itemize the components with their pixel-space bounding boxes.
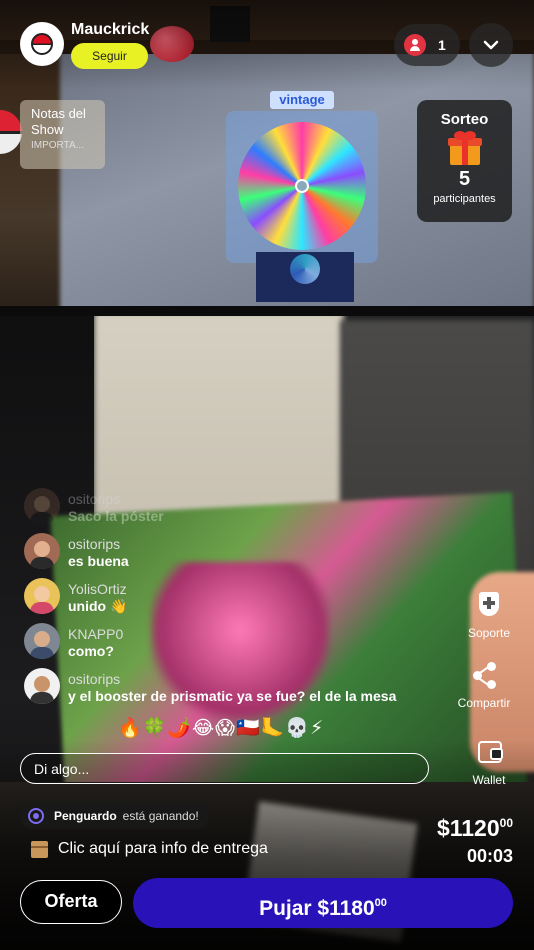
chat-avatar[interactable] (24, 623, 60, 659)
share-label: Compartir (457, 696, 511, 710)
pokeball-decor (0, 110, 22, 154)
auction-timer: 00:03 (466, 846, 513, 866)
package-icon (31, 840, 48, 858)
bid-button[interactable]: Pujar $118000 (133, 878, 513, 928)
chat-message: ositorips Saco la póster (24, 488, 444, 533)
winning-status-text: está ganando! (122, 809, 199, 823)
delivery-info-label: Clic aquí para info de entrega (58, 840, 268, 857)
raffle-participant-count: 5 (458, 168, 471, 190)
winning-bidder-badge: Penguardo está ganando! (20, 803, 209, 829)
prize-wheel-hub (295, 179, 309, 193)
chat-avatar[interactable] (24, 668, 60, 704)
gift-icon (447, 131, 482, 165)
support-label: Soporte (467, 626, 511, 640)
show-notes-title: Notas del Show (31, 106, 86, 137)
chat-text: unido 👋 (68, 598, 128, 614)
viewer-count-button[interactable]: 1 (394, 24, 460, 66)
collapse-button[interactable] (469, 23, 513, 67)
share-button[interactable]: Compartir (444, 660, 524, 710)
streamer-avatar[interactable] (20, 22, 64, 66)
chat-message: ositorips es buena (24, 533, 444, 578)
wallet-button[interactable]: Wallet (449, 737, 529, 787)
chat-message: ositorips y el booster de prismatic ya s… (24, 668, 444, 713)
wheel-label: vintage (270, 91, 334, 109)
chat-text: como? (68, 643, 114, 659)
bidder-icon (28, 808, 44, 824)
chat-text: Saco la póster (68, 508, 164, 524)
bid-label: Pujar $1180 (259, 897, 375, 920)
user-icon (404, 34, 426, 56)
support-button[interactable]: Soporte (449, 590, 529, 640)
chat-message: KNAPP0 como? (24, 623, 444, 668)
delivery-info-link[interactable]: Clic aquí para info de entrega (31, 840, 268, 858)
chevron-down-icon (483, 40, 499, 50)
emoji-reaction-bar[interactable]: 🔥🍀🌶️😂😱🇨🇱🦶💀⚡ (118, 716, 324, 740)
current-price: $112000 (437, 815, 513, 842)
follow-button[interactable]: Seguir (71, 43, 148, 69)
viewer-count: 1 (438, 37, 446, 53)
bid-cents: 00 (374, 897, 387, 909)
raffle-title: Sorteo (440, 111, 489, 128)
chat-username: ositorips (68, 536, 121, 552)
price-main: $1120 (436, 815, 500, 841)
chat-avatar[interactable] (24, 578, 60, 614)
pokeball-logo-icon (31, 33, 53, 55)
small-prize-wheel (290, 254, 320, 284)
raffle-participants-label: participantes (433, 193, 496, 205)
chat-message: YolisOrtiz unido 👋 (24, 578, 444, 623)
chat-username: ositorips (68, 671, 121, 687)
shield-plus-icon (474, 590, 504, 620)
chat-input[interactable] (20, 753, 429, 784)
chat-username: ositorips (68, 491, 121, 507)
chat-feed: ositorips Saco la póster ositorips es bu… (24, 488, 444, 713)
chat-avatar[interactable] (24, 488, 60, 524)
wallet-label: Wallet (472, 773, 506, 787)
feed-divider (0, 306, 534, 316)
price-cents: 00 (499, 816, 513, 830)
chat-text: y el booster de prismatic ya se fue? el … (68, 688, 397, 704)
chat-username: KNAPP0 (68, 626, 124, 642)
show-notes-card[interactable]: Notas del Show IMPORTA... (20, 100, 105, 169)
chat-text: es buena (68, 553, 129, 569)
winning-bidder-name: Penguardo (54, 809, 117, 823)
chat-avatar[interactable] (24, 533, 60, 569)
show-notes-subtitle: IMPORTA... (31, 140, 84, 151)
chat-username: YolisOrtiz (68, 581, 127, 597)
live-stream-view: vintage Mauckrick Seguir 1 Notas del Sho… (0, 0, 534, 950)
streamer-username[interactable]: Mauckrick (71, 21, 149, 39)
wallet-icon (474, 737, 504, 767)
share-icon (469, 660, 499, 690)
raffle-card[interactable]: Sorteo 5 participantes (417, 100, 512, 222)
offer-button[interactable]: Oferta (20, 880, 122, 924)
